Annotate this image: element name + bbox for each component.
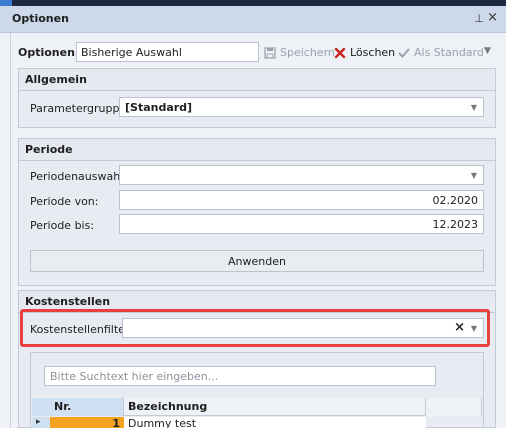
search-input[interactable]: Bitte Suchtext hier eingeben... — [44, 366, 436, 386]
periode-von-input[interactable]: 02.2020 — [119, 190, 484, 210]
window-title: Optionen — [12, 12, 69, 25]
column-header-bezeichnung[interactable]: Bezeichnung — [124, 398, 426, 416]
row-indicator-icon: ▸ — [32, 417, 50, 428]
save-button[interactable]: Speichern — [264, 46, 335, 59]
periodenauswahl-select[interactable]: ▼ — [119, 165, 484, 185]
delete-icon — [334, 47, 346, 58]
param-value: [Standard] — [125, 101, 193, 114]
periode-heading: Periode — [19, 139, 495, 161]
save-icon — [264, 46, 276, 59]
chevron-down-icon: ▼ — [470, 103, 477, 112]
column-header-nr[interactable]: Nr. — [50, 398, 124, 416]
allgemein-heading: Allgemein — [19, 69, 495, 91]
pin-icon[interactable]: ⊥ — [474, 12, 484, 25]
column-header-empty — [426, 398, 482, 416]
checkmark-icon — [398, 47, 410, 58]
clear-icon[interactable]: × — [454, 320, 465, 335]
periode-von-label: Periode von: — [30, 195, 99, 208]
table-cell-bezeichnung[interactable]: Dummy test — [124, 417, 426, 428]
chevron-down-icon[interactable]: ▼ — [471, 324, 477, 333]
chevron-down-icon[interactable]: ▼ — [484, 46, 491, 56]
save-label: Speichern — [280, 46, 335, 59]
options-input[interactable]: Bisherige Auswahl — [76, 42, 259, 62]
periodenauswahl-label: Periodenauswahl: — [30, 170, 127, 183]
param-label: Parametergruppe: — [30, 102, 130, 115]
delete-button[interactable]: Löschen — [334, 46, 395, 59]
periode-bis-input[interactable]: 12.2023 — [119, 214, 484, 234]
apply-button[interactable]: Anwenden — [30, 250, 484, 272]
table-cell-nr[interactable]: 1 — [50, 417, 124, 428]
close-icon[interactable]: × — [487, 10, 498, 25]
set-standard-button[interactable]: Als Standard — [398, 46, 484, 59]
param-select[interactable]: [Standard] ▼ — [119, 97, 484, 117]
kostenstellenfilter-select[interactable]: × ▼ — [122, 318, 484, 338]
row-selector-header — [32, 398, 50, 416]
standard-label: Als Standard — [414, 46, 484, 59]
delete-label: Löschen — [350, 46, 396, 59]
kostenstellenfilter-label: Kostenstellenfilter: — [30, 323, 133, 336]
periode-bis-label: Periode bis: — [30, 219, 95, 232]
window-titlebar: Optionen ⊥ × — [0, 6, 506, 33]
options-label: Optionen: — [18, 46, 80, 59]
chevron-down-icon: ▼ — [470, 171, 477, 180]
